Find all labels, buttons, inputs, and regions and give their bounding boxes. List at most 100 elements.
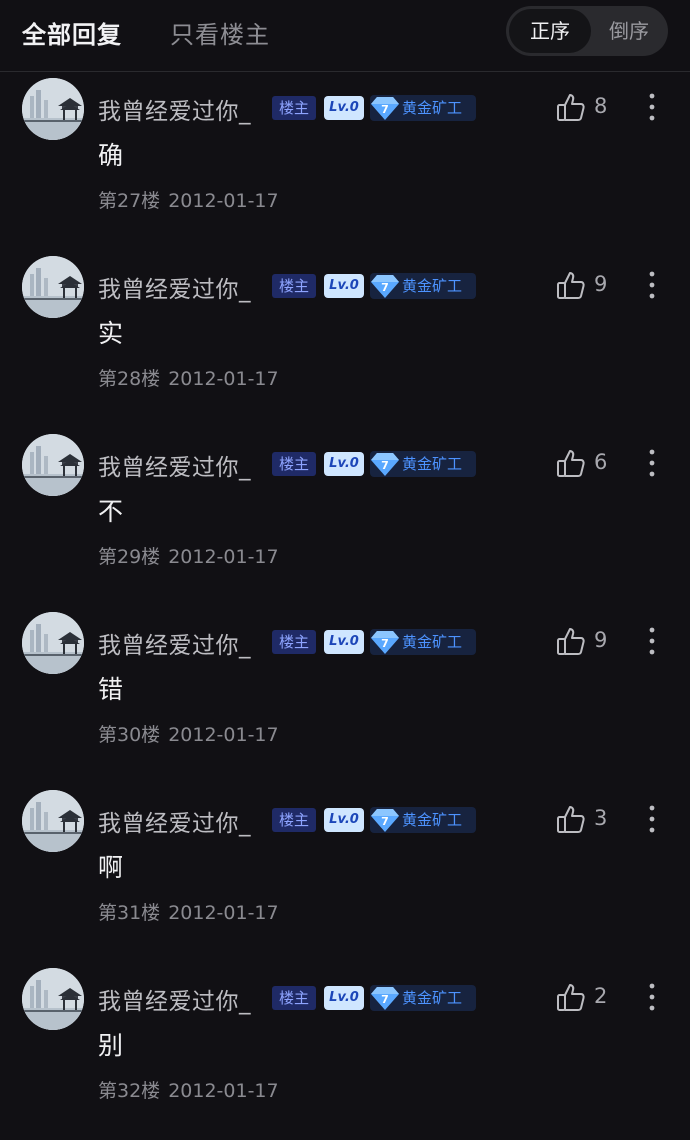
avatar-image <box>22 434 84 496</box>
like-count: 8 <box>594 94 608 118</box>
thumbs-up-icon <box>556 92 586 122</box>
level-badge: Lv.0 <box>324 452 364 476</box>
more-vertical-icon[interactable] <box>640 982 664 1012</box>
owner-badge: 楼主 <box>272 986 316 1010</box>
diamond-icon: 7 <box>370 94 400 122</box>
top-bar: 全部回复 只看楼主 正序 倒序 <box>0 0 690 72</box>
username[interactable]: 我曾经爱过你_ <box>98 270 251 304</box>
avatar[interactable] <box>22 790 84 852</box>
rank-badge: 7 黄金矿工 <box>370 273 476 299</box>
rank-badge: 7 黄金矿工 <box>370 451 476 477</box>
thumbs-up-icon <box>556 626 586 656</box>
reply-item[interactable]: 我曾经爱过你_ 楼主 Lv.0 7 黄金矿工 错 第30楼 2012-01-17 … <box>0 606 690 784</box>
username[interactable]: 我曾经爱过你_ <box>98 804 251 838</box>
tab-all-replies[interactable]: 全部回复 <box>22 15 122 50</box>
thumbs-up-icon <box>556 448 586 478</box>
level-badge: Lv.0 <box>324 274 364 298</box>
thumbs-up-icon <box>556 804 586 834</box>
floor-number: 第27楼 <box>98 190 161 212</box>
owner-badge: 楼主 <box>272 808 316 832</box>
reply-content: 确 <box>98 141 124 170</box>
reply-item[interactable]: 我曾经爱过你_ 楼主 Lv.0 7 黄金矿工 不 第29楼 2012-01-17 … <box>0 428 690 606</box>
rank-badge: 7 黄金矿工 <box>370 807 476 833</box>
rank-badge: 7 黄金矿工 <box>370 629 476 655</box>
like-count: 9 <box>594 272 608 296</box>
avatar[interactable] <box>22 612 84 674</box>
floor-number: 第29楼 <box>98 546 161 568</box>
reply-meta: 第28楼 2012-01-17 <box>98 364 279 391</box>
avatar[interactable] <box>22 434 84 496</box>
reply-meta: 第31楼 2012-01-17 <box>98 898 279 925</box>
reply-meta: 第32楼 2012-01-17 <box>98 1076 279 1103</box>
avatar-image <box>22 78 84 140</box>
rank-label: 黄金矿工 <box>402 989 463 1007</box>
rank-number: 7 <box>381 281 389 294</box>
floor-number: 第31楼 <box>98 902 161 924</box>
more-vertical-icon[interactable] <box>640 626 664 656</box>
diamond-icon: 7 <box>370 806 400 834</box>
thumbs-up-icon <box>556 270 586 300</box>
rank-number: 7 <box>381 103 389 116</box>
more-vertical-icon[interactable] <box>640 448 664 478</box>
like-count: 2 <box>594 984 608 1008</box>
rank-label: 黄金矿工 <box>402 455 463 473</box>
avatar[interactable] <box>22 968 84 1030</box>
like-count: 9 <box>594 628 608 652</box>
rank-label: 黄金矿工 <box>402 811 463 829</box>
more-vertical-icon[interactable] <box>640 92 664 122</box>
reply-item[interactable]: 我曾经爱过你_ 楼主 Lv.0 7 黄金矿工 啊 第31楼 2012-01-17 … <box>0 784 690 962</box>
like-count: 6 <box>594 450 608 474</box>
reply-content: 不 <box>98 497 124 526</box>
avatar-image <box>22 968 84 1030</box>
avatar-image <box>22 256 84 318</box>
sort-toggle: 正序 倒序 <box>506 6 668 56</box>
username[interactable]: 我曾经爱过你_ <box>98 448 251 482</box>
owner-badge: 楼主 <box>272 96 316 120</box>
reply-content: 实 <box>98 319 124 348</box>
level-badge: Lv.0 <box>324 630 364 654</box>
more-vertical-icon[interactable] <box>640 804 664 834</box>
rank-number: 7 <box>381 815 389 828</box>
avatar-image <box>22 612 84 674</box>
rank-badge: 7 黄金矿工 <box>370 985 476 1011</box>
rank-label: 黄金矿工 <box>402 633 463 651</box>
reply-item[interactable]: 我曾经爱过你_ 楼主 Lv.0 7 黄金矿工 确 第27楼 2012-01-17 … <box>0 72 690 250</box>
rank-number: 7 <box>381 459 389 472</box>
reply-date: 2012-01-17 <box>168 546 279 568</box>
diamond-icon: 7 <box>370 628 400 656</box>
avatar[interactable] <box>22 256 84 318</box>
rank-label: 黄金矿工 <box>402 277 463 295</box>
avatar-image <box>22 790 84 852</box>
username[interactable]: 我曾经爱过你_ <box>98 982 251 1016</box>
reply-meta: 第29楼 2012-01-17 <box>98 542 279 569</box>
sort-desc-button[interactable]: 倒序 <box>592 9 666 53</box>
diamond-icon: 7 <box>370 272 400 300</box>
avatar[interactable] <box>22 78 84 140</box>
username[interactable]: 我曾经爱过你_ <box>98 92 251 126</box>
username[interactable]: 我曾经爱过你_ <box>98 626 251 660</box>
reply-list: 我曾经爱过你_ 楼主 Lv.0 7 黄金矿工 确 第27楼 2012-01-17 … <box>0 72 690 1140</box>
diamond-icon: 7 <box>370 450 400 478</box>
level-badge: Lv.0 <box>324 986 364 1010</box>
reply-meta: 第27楼 2012-01-17 <box>98 186 279 213</box>
owner-badge: 楼主 <box>272 274 316 298</box>
reply-item[interactable]: 我曾经爱过你_ 楼主 Lv.0 7 黄金矿工 实 第28楼 2012-01-17 … <box>0 250 690 428</box>
reply-date: 2012-01-17 <box>168 1080 279 1102</box>
more-vertical-icon[interactable] <box>640 270 664 300</box>
sort-asc-button[interactable]: 正序 <box>509 9 591 53</box>
reply-content: 别 <box>98 1031 124 1060</box>
rank-number: 7 <box>381 637 389 650</box>
reply-item[interactable]: 我曾经爱过你_ 楼主 Lv.0 7 黄金矿工 别 第32楼 2012-01-17 … <box>0 962 690 1140</box>
reply-meta: 第30楼 2012-01-17 <box>98 720 279 747</box>
tab-owner-only[interactable]: 只看楼主 <box>170 15 270 50</box>
reply-date: 2012-01-17 <box>168 368 279 390</box>
level-badge: Lv.0 <box>324 96 364 120</box>
floor-number: 第28楼 <box>98 368 161 390</box>
reply-date: 2012-01-17 <box>168 724 279 746</box>
thumbs-up-icon <box>556 982 586 1012</box>
rank-label: 黄金矿工 <box>402 99 463 117</box>
rank-number: 7 <box>381 993 389 1006</box>
floor-number: 第32楼 <box>98 1080 161 1102</box>
reply-content: 错 <box>98 675 124 704</box>
reply-date: 2012-01-17 <box>168 190 279 212</box>
